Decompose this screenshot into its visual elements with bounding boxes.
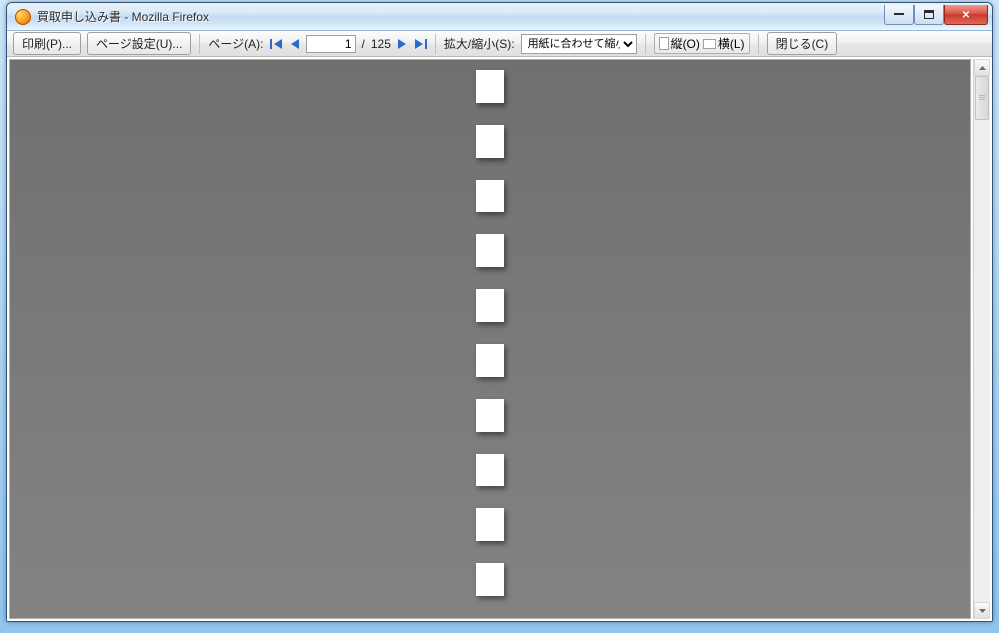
portrait-button[interactable]: 縦(O) xyxy=(659,35,700,52)
scroll-down-button[interactable] xyxy=(974,602,990,619)
page-thumbnail[interactable] xyxy=(476,508,504,541)
landscape-icon xyxy=(703,39,716,49)
minimize-button[interactable] xyxy=(884,5,914,25)
separator xyxy=(758,34,759,54)
print-button[interactable]: 印刷(P)... xyxy=(13,32,81,55)
close-preview-button[interactable]: 閉じる(C) xyxy=(767,32,838,55)
scroll-track[interactable] xyxy=(974,76,990,602)
separator xyxy=(199,34,200,54)
page-label: ページ(A): xyxy=(208,35,263,52)
zoom-label: 拡大/縮小(S): xyxy=(444,35,515,52)
minimize-icon xyxy=(894,13,904,15)
close-icon xyxy=(962,7,970,21)
titlebar[interactable]: 買取申し込み書 - Mozilla Firefox xyxy=(7,3,992,31)
page-thumbnail[interactable] xyxy=(476,399,504,432)
close-button[interactable] xyxy=(944,5,988,25)
maximize-button[interactable] xyxy=(914,5,944,25)
zoom-select[interactable]: 用紙に合わせて縮小 xyxy=(521,34,637,54)
page-setup-button[interactable]: ページ設定(U)... xyxy=(87,32,191,55)
preview-container xyxy=(7,57,992,621)
separator xyxy=(645,34,646,54)
print-preview-toolbar: 印刷(P)... ページ設定(U)... ページ(A): / 125 拡大/縮小… xyxy=(7,31,992,57)
total-pages: 125 xyxy=(371,37,391,51)
page-thumbnail[interactable] xyxy=(476,344,504,377)
scroll-up-button[interactable] xyxy=(974,59,990,76)
maximize-icon xyxy=(924,10,934,19)
landscape-button[interactable]: 横(L) xyxy=(703,35,745,52)
page-separator: / xyxy=(362,37,365,51)
first-page-icon[interactable] xyxy=(270,38,284,50)
firefox-icon xyxy=(15,9,31,25)
page-thumbnail[interactable] xyxy=(476,563,504,596)
page-thumbnail[interactable] xyxy=(476,234,504,267)
window-title: 買取申し込み書 - Mozilla Firefox xyxy=(37,8,209,25)
page-thumbnail[interactable] xyxy=(476,289,504,322)
next-page-icon[interactable] xyxy=(397,38,407,50)
portrait-icon xyxy=(659,37,669,50)
page-thumbnail[interactable] xyxy=(476,454,504,487)
separator xyxy=(435,34,436,54)
last-page-icon[interactable] xyxy=(413,38,427,50)
preview-area[interactable] xyxy=(9,59,971,619)
window-controls xyxy=(884,5,988,25)
prev-page-icon[interactable] xyxy=(290,38,300,50)
page-thumbnail[interactable] xyxy=(476,70,504,103)
application-window: 買取申し込み書 - Mozilla Firefox 印刷(P)... ページ設定… xyxy=(6,2,993,622)
page-thumbnail[interactable] xyxy=(476,180,504,213)
scroll-thumb[interactable] xyxy=(975,76,989,120)
orientation-group: 縦(O) 横(L) xyxy=(654,33,750,54)
vertical-scrollbar[interactable] xyxy=(973,59,990,619)
page-thumbnail[interactable] xyxy=(476,125,504,158)
page-number-input[interactable] xyxy=(306,35,356,53)
